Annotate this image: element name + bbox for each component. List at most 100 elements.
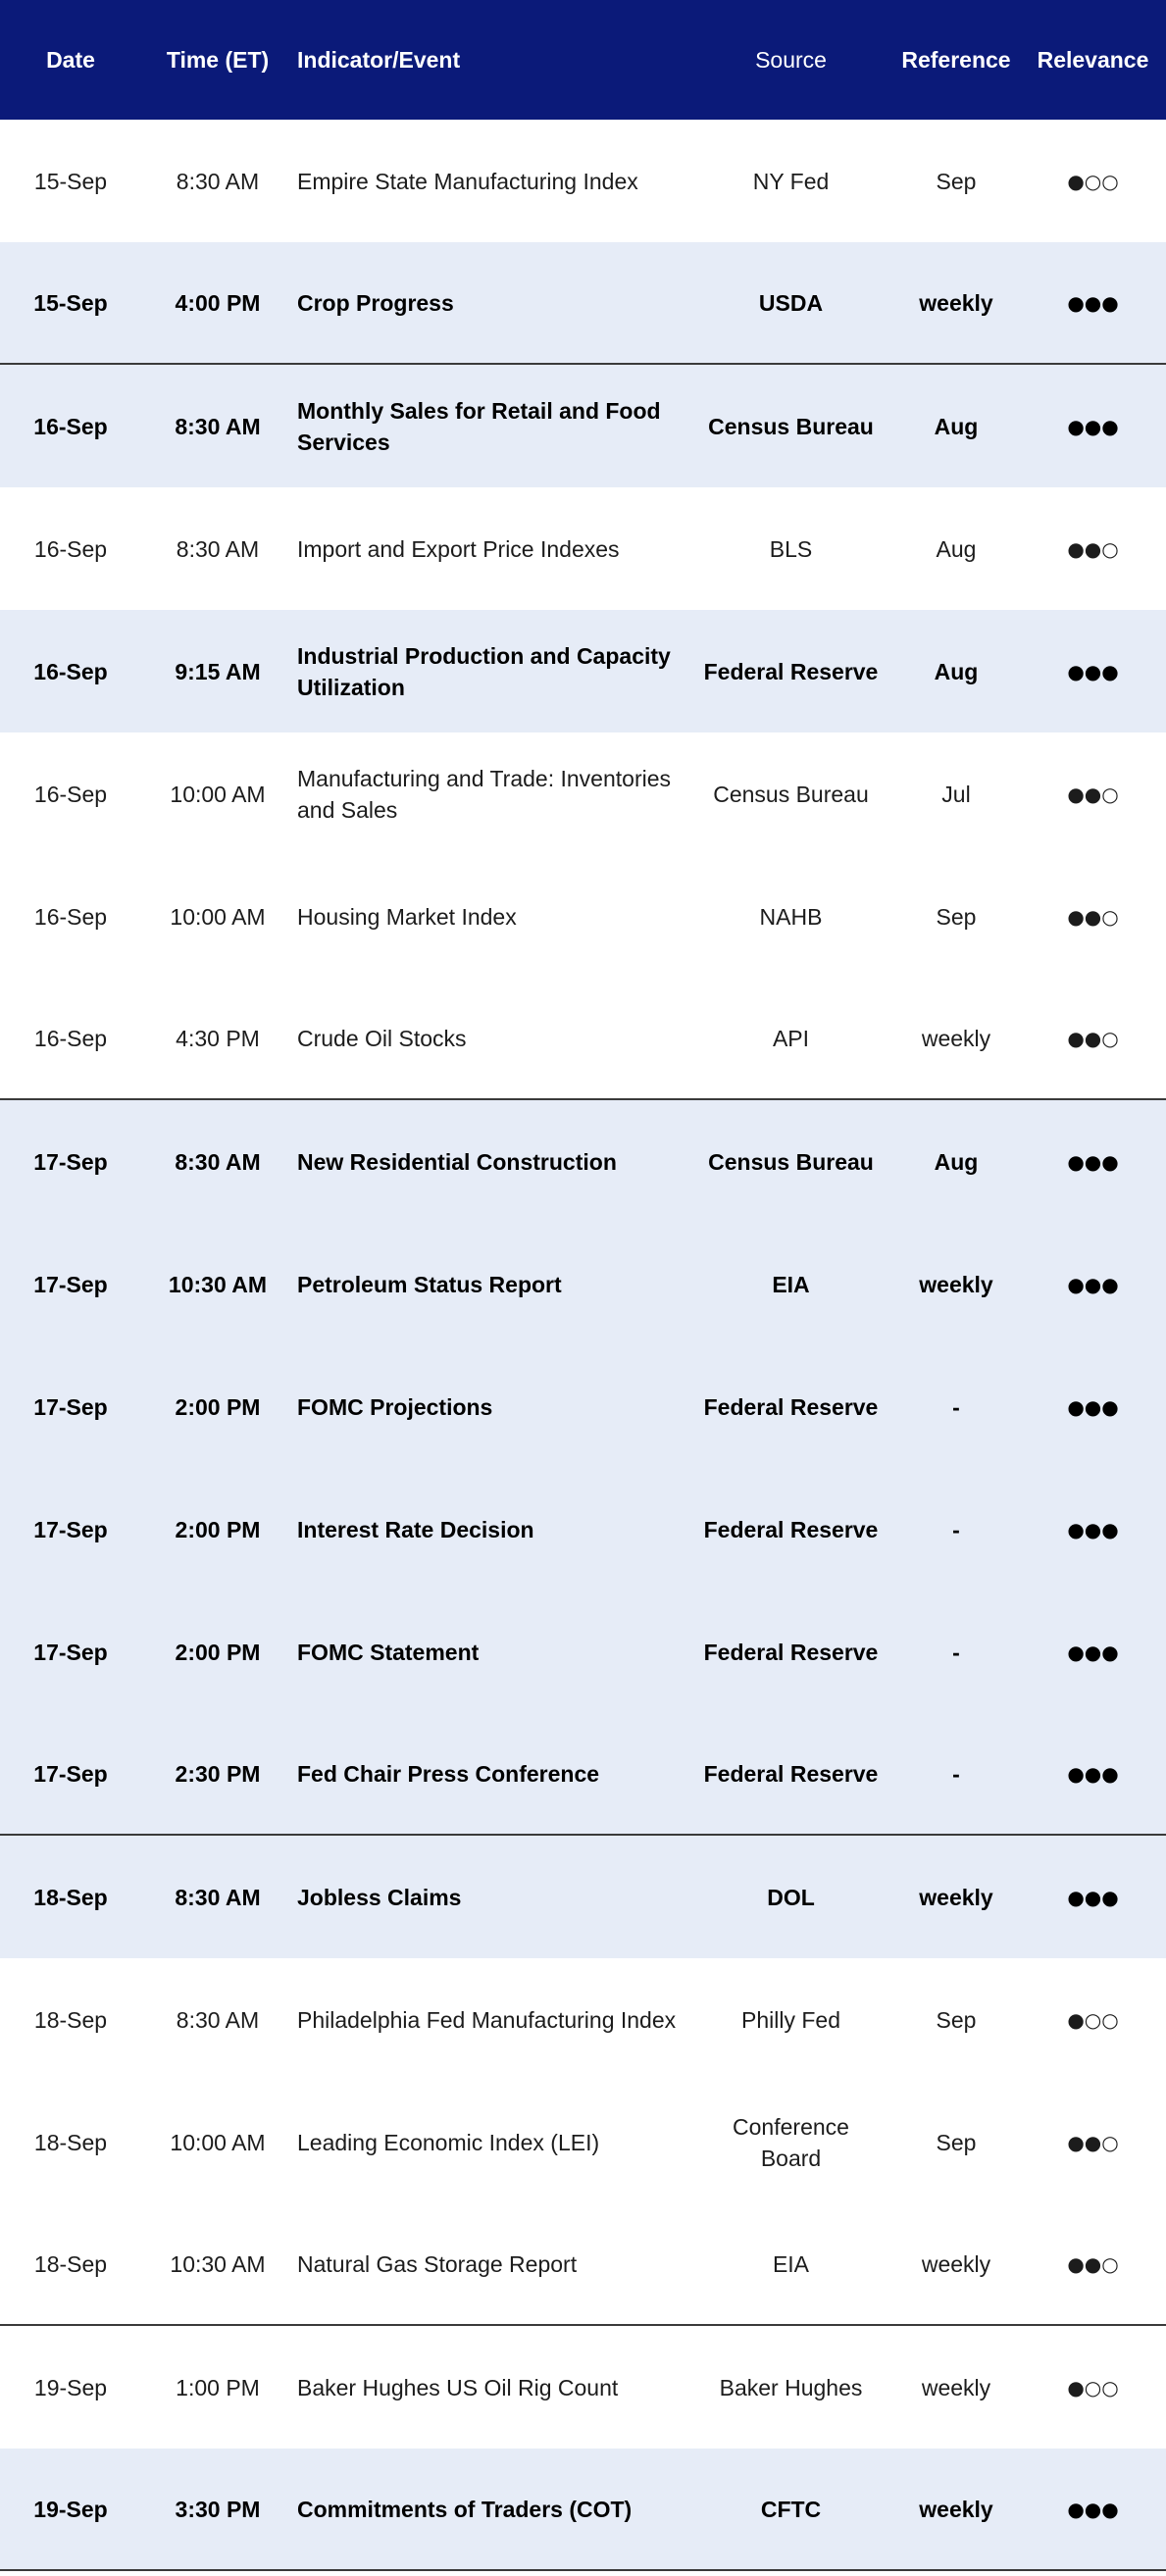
row-date: 17-Sep <box>33 1760 108 1787</box>
row-indicator: Interest Rate Decision <box>297 1516 534 1542</box>
row-indicator: Import and Export Price Indexes <box>297 535 620 562</box>
row-date: 17-Sep <box>33 1271 108 1297</box>
row-date: 16-Sep <box>33 781 108 807</box>
row-date: 16-Sep <box>33 903 108 930</box>
row-source: Census Bureau <box>708 1148 874 1175</box>
row-source: Census Bureau <box>713 781 869 807</box>
row-indicator: Housing Market Index <box>297 903 517 930</box>
table-row: 19-Sep 3:30 PM Commitments of Traders (C… <box>0 2449 1166 2571</box>
row-date: 16-Sep <box>33 658 108 684</box>
row-time: 10:00 AM <box>170 903 266 930</box>
row-source: Federal Reserve <box>703 658 879 684</box>
table-row: 18-Sep 10:30 AM Natural Gas Storage Repo… <box>0 2203 1166 2326</box>
row-reference: weekly <box>919 1884 993 1910</box>
row-date: 17-Sep <box>33 1639 108 1665</box>
row-source: Census Bureau <box>708 413 874 439</box>
row-indicator: Manufacturing and Trade: Inventories and… <box>297 765 672 823</box>
row-reference: - <box>952 1516 960 1542</box>
relevance-dots-icon: ●●○ <box>1067 2251 1119 2276</box>
economic-calendar: Date Time (ET) Indicator/Event Source Re… <box>0 0 1166 2576</box>
row-indicator: Natural Gas Storage Report <box>297 2250 578 2277</box>
row-source: Federal Reserve <box>703 1760 879 1787</box>
row-indicator: Commitments of Traders (COT) <box>297 2496 633 2522</box>
row-date: 16-Sep <box>33 1025 108 1051</box>
header-source: Source <box>755 47 827 73</box>
relevance-dots-icon: ●●○ <box>1067 782 1119 806</box>
row-reference: weekly <box>921 2374 991 2400</box>
header-date: Date <box>46 47 95 73</box>
calendar-table: Date Time (ET) Indicator/Event Source Re… <box>0 0 1166 2571</box>
row-reference: Jul <box>941 781 971 807</box>
table-row: 16-Sep 10:00 AM Housing Market Index NAH… <box>0 855 1166 978</box>
row-date: 18-Sep <box>33 2129 108 2155</box>
row-time: 10:30 AM <box>170 2250 266 2277</box>
row-time: 2:00 PM <box>175 1393 261 1420</box>
row-reference: weekly <box>919 289 993 316</box>
row-indicator: Petroleum Status Report <box>297 1271 562 1297</box>
row-indicator: Crop Progress <box>297 289 454 316</box>
table-row: 17-Sep 8:30 AM New Residential Construct… <box>0 1100 1166 1223</box>
table-row: 17-Sep 10:30 AM Petroleum Status Report … <box>0 1223 1166 1345</box>
row-indicator: FOMC Projections <box>297 1393 493 1420</box>
table-row: 17-Sep 2:00 PM FOMC Statement Federal Re… <box>0 1591 1166 1713</box>
row-date: 19-Sep <box>33 2374 108 2400</box>
relevance-dots-icon: ●●○ <box>1067 1026 1119 1050</box>
row-indicator: Crude Oil Stocks <box>297 1025 467 1051</box>
row-reference: weekly <box>921 2250 991 2277</box>
row-date: 15-Sep <box>33 168 108 194</box>
row-time: 8:30 AM <box>175 1148 261 1175</box>
table-row: 16-Sep 10:00 AM Manufacturing and Trade:… <box>0 732 1166 855</box>
row-reference: - <box>952 1639 960 1665</box>
relevance-dots-icon: ●●○ <box>1067 904 1119 929</box>
row-reference: weekly <box>919 2496 993 2522</box>
relevance-dots-icon: ●●● <box>1067 1885 1119 1909</box>
table-row: 17-Sep 2:00 PM FOMC Projections Federal … <box>0 1345 1166 1468</box>
row-date: 17-Sep <box>33 1516 108 1542</box>
relevance-dots-icon: ●○○ <box>1067 169 1119 193</box>
row-time: 2:00 PM <box>175 1516 261 1542</box>
table-row: 18-Sep 8:30 AM Philadelphia Fed Manufact… <box>0 1958 1166 2081</box>
row-time: 4:30 PM <box>176 1025 260 1051</box>
row-indicator: Jobless Claims <box>297 1884 462 1910</box>
table-row: 17-Sep 2:30 PM Fed Chair Press Conferenc… <box>0 1713 1166 1836</box>
row-date: 17-Sep <box>33 1393 108 1420</box>
row-time: 9:15 AM <box>175 658 261 684</box>
relevance-dots-icon: ●○○ <box>1067 2007 1119 2032</box>
table-row: 15-Sep 8:30 AM Empire State Manufacturin… <box>0 120 1166 242</box>
row-source: Federal Reserve <box>703 1516 879 1542</box>
row-date: 18-Sep <box>33 2006 108 2033</box>
row-source: USDA <box>758 289 824 316</box>
relevance-dots-icon: ●●● <box>1067 1640 1119 1664</box>
relevance-dots-icon: ●●● <box>1067 414 1119 438</box>
table-header: Date Time (ET) Indicator/Event Source Re… <box>0 0 1166 120</box>
row-time: 1:00 PM <box>176 2374 260 2400</box>
row-indicator: Leading Economic Index (LEI) <box>297 2129 600 2155</box>
row-date: 17-Sep <box>33 1148 108 1175</box>
row-time: 4:00 PM <box>175 289 261 316</box>
table-row: 18-Sep 8:30 AM Jobless Claims DOL weekly… <box>0 1836 1166 1958</box>
header-indicator: Indicator/Event <box>297 47 461 73</box>
row-time: 2:00 PM <box>175 1639 261 1665</box>
row-date: 15-Sep <box>33 289 108 316</box>
row-reference: Aug <box>934 413 979 439</box>
row-time: 10:00 AM <box>170 2129 266 2155</box>
row-reference: Aug <box>934 1148 979 1175</box>
row-time: 8:30 AM <box>176 2006 260 2033</box>
row-source: Baker Hughes <box>719 2374 863 2400</box>
row-source: Federal Reserve <box>703 1393 879 1420</box>
row-source: NAHB <box>759 903 823 930</box>
table-row: 15-Sep 4:00 PM Crop Progress USDA weekly… <box>0 242 1166 365</box>
relevance-dots-icon: ●●● <box>1067 1517 1119 1541</box>
relevance-dots-icon: ●●● <box>1067 290 1119 315</box>
row-indicator: Baker Hughes US Oil Rig Count <box>297 2374 619 2400</box>
table-row: 17-Sep 2:00 PM Interest Rate Decision Fe… <box>0 1468 1166 1591</box>
row-time: 8:30 AM <box>175 1884 261 1910</box>
row-reference: - <box>952 1393 960 1420</box>
relevance-dots-icon: ●●● <box>1067 1149 1119 1174</box>
row-time: 10:00 AM <box>170 781 266 807</box>
row-source: DOL <box>767 1884 815 1910</box>
row-time: 2:30 PM <box>175 1760 261 1787</box>
relevance-dots-icon: ●●● <box>1067 1761 1119 1786</box>
row-reference: Aug <box>936 535 977 562</box>
row-reference: - <box>952 1760 960 1787</box>
